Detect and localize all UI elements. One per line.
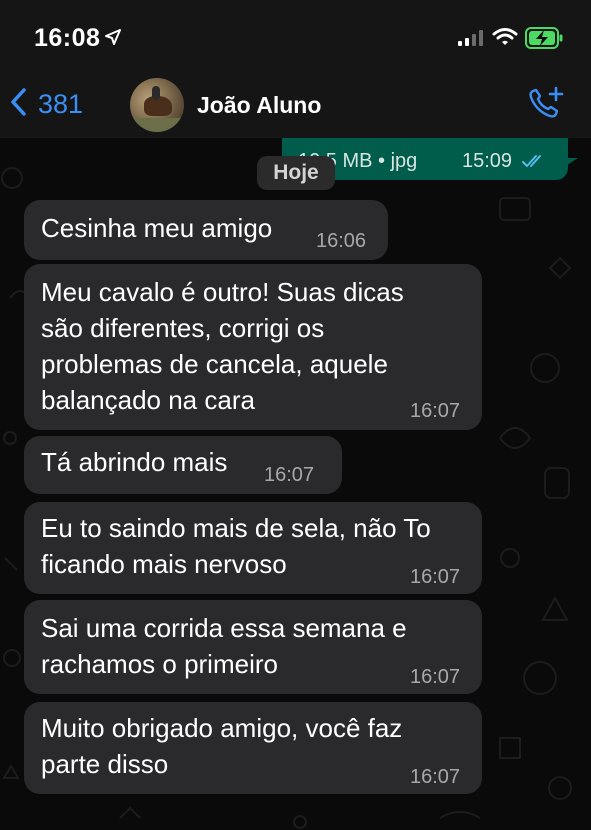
message-text: Tá abrindo mais	[41, 447, 228, 477]
signal-icon	[458, 30, 484, 51]
avatar[interactable]	[130, 78, 184, 132]
battery-charging-icon	[525, 27, 565, 54]
message-time: 16:06	[316, 230, 367, 252]
message-bubble[interactable]: Sai uma corrida essa semana e rachamos o…	[24, 600, 482, 694]
contact-name[interactable]: João Aluno	[197, 92, 321, 119]
status-time: 16:08	[34, 24, 101, 52]
message-text: Eu to saindo mais de sela, não To ficand…	[41, 513, 431, 579]
message-time: 16:07	[410, 400, 461, 422]
message-text: Cesinha meu amigo	[41, 213, 273, 243]
message-time: 16:07	[410, 766, 461, 788]
wifi-icon	[492, 27, 518, 52]
bubble-tail	[556, 158, 578, 172]
message-bubble[interactable]: Meu cavalo é outro! Suas dicas são difer…	[24, 264, 482, 430]
message-bubble[interactable]: Muito obrigado amigo, você faz parte dis…	[24, 702, 482, 794]
message-bubble[interactable]: Cesinha meu amigo 16:06	[24, 200, 388, 260]
double-check-icon	[522, 153, 550, 174]
unread-count: 381	[38, 88, 84, 119]
location-arrow-icon	[104, 28, 122, 51]
date-separator: Hoje	[257, 156, 335, 190]
add-call-icon[interactable]	[526, 85, 566, 128]
message-text: Meu cavalo é outro! Suas dicas são difer…	[41, 277, 404, 415]
message-time: 16:07	[264, 464, 315, 486]
message-bubble[interactable]: Tá abrindo mais 16:07	[24, 436, 342, 494]
message-time: 16:07	[410, 566, 461, 588]
message-time: 16:07	[410, 666, 461, 688]
back-button[interactable]: 381	[10, 86, 83, 122]
message-bubble[interactable]: Eu to saindo mais de sela, não To ficand…	[24, 502, 482, 594]
message-time: 15:09	[462, 150, 513, 172]
status-bar: 16:08	[0, 0, 591, 72]
chevron-left-icon	[10, 87, 26, 121]
message-text: Muito obrigado amigo, você faz parte dis…	[41, 713, 403, 779]
chat-area[interactable]: 10.5 MB • jpg 15:09 Hoje Cesinha meu ami…	[0, 138, 591, 830]
message-text: Sai uma corrida essa semana e rachamos o…	[41, 613, 407, 679]
chat-header: 381 João Aluno	[0, 72, 591, 138]
